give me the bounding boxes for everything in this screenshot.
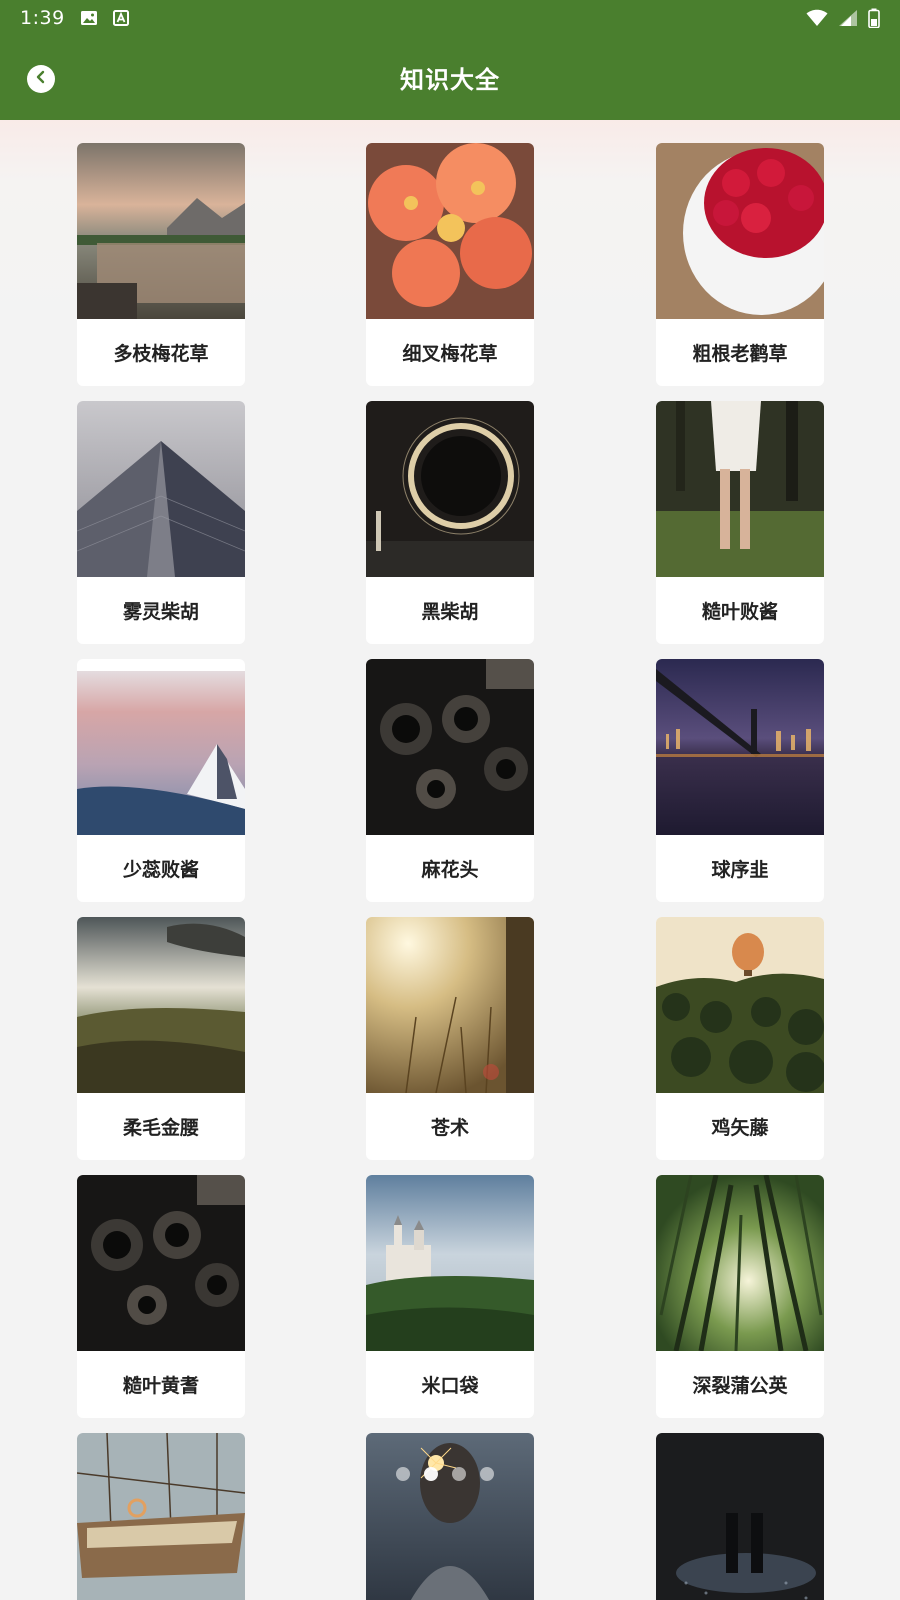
page-indicator [396, 1467, 494, 1481]
knowledge-card[interactable]: 麻花头 [366, 659, 534, 902]
orange-flowers-photo [366, 143, 534, 319]
sailboat-photo [77, 1433, 245, 1600]
image-icon [80, 9, 98, 27]
mountain-lake-photo [77, 143, 245, 319]
knowledge-card[interactable]: 少蕊败酱 [77, 659, 245, 902]
knowledge-card[interactable]: 细叉梅花草 [366, 143, 534, 386]
knowledge-card[interactable]: 苍术 [366, 917, 534, 1160]
knowledge-card[interactable] [77, 1433, 245, 1600]
green-hills-photo [77, 917, 245, 1093]
card-label: 多枝梅花草 [113, 343, 209, 365]
castle-photo [366, 1175, 534, 1351]
battery-icon [868, 8, 880, 32]
page-dot[interactable] [480, 1467, 494, 1481]
page-dot[interactable] [452, 1467, 466, 1481]
status-right-icons [806, 8, 880, 32]
knowledge-card[interactable] [656, 1433, 824, 1600]
content-area[interactable]: 多枝梅花草 细叉梅花草 粗根老鹳草 雾灵柴胡 黑柴胡 糙叶败酱 少蕊败酱 麻花头… [0, 120, 900, 1600]
knowledge-card[interactable]: 鸡矢藤 [656, 917, 824, 1160]
knowledge-card[interactable]: 深裂蒲公英 [656, 1175, 824, 1418]
page-dot-active[interactable] [424, 1467, 438, 1481]
snow-mountain-photo [77, 659, 245, 835]
skyscraper-photo [77, 401, 245, 577]
knowledge-card[interactable]: 球序韭 [656, 659, 824, 902]
app-bar: 知识大全 [0, 38, 900, 120]
light-circle-photo [366, 401, 534, 577]
hot-air-balloon-photo [656, 917, 824, 1093]
card-label: 米口袋 [421, 1375, 479, 1397]
bamboo-forest-photo [656, 1175, 824, 1351]
sunlit-grass-photo [366, 917, 534, 1093]
card-label: 雾灵柴胡 [122, 601, 199, 623]
card-label: 麻花头 [421, 859, 479, 881]
knowledge-card[interactable]: 糙叶败酱 [656, 401, 824, 644]
vintage-cameras-photo [366, 659, 534, 835]
status-time: 1:39 [20, 7, 65, 29]
status-bar: 1:39 [0, 0, 900, 38]
night-bridge-photo [656, 659, 824, 835]
a-letter-icon [112, 9, 130, 27]
page-dot[interactable] [396, 1467, 410, 1481]
dark-couple-photo [656, 1433, 824, 1600]
card-label: 球序韭 [711, 859, 769, 881]
card-label: 糙叶黄耆 [122, 1375, 199, 1397]
card-label: 细叉梅花草 [402, 343, 498, 365]
card-label: 苍术 [430, 1117, 469, 1139]
signal-icon [838, 9, 858, 31]
knowledge-card[interactable]: 米口袋 [366, 1175, 534, 1418]
raspberries-bowl-photo [656, 143, 824, 319]
knowledge-card[interactable]: 黑柴胡 [366, 401, 534, 644]
status-left-icons [80, 9, 130, 27]
card-label: 少蕊败酱 [122, 859, 199, 881]
page-title: 知识大全 [400, 66, 500, 94]
knowledge-card[interactable] [366, 1433, 534, 1600]
girl-forest-photo [656, 401, 824, 577]
card-label: 粗根老鹳草 [692, 343, 788, 365]
card-label: 黑柴胡 [421, 601, 479, 623]
card-label: 糙叶败酱 [701, 601, 778, 623]
knowledge-card[interactable]: 糙叶黄耆 [77, 1175, 245, 1418]
knowledge-card[interactable]: 粗根老鹳草 [656, 143, 824, 386]
knowledge-card[interactable]: 多枝梅花草 [77, 143, 245, 386]
card-label: 柔毛金腰 [122, 1117, 199, 1139]
knowledge-card[interactable]: 雾灵柴胡 [77, 401, 245, 644]
sparkler-photo [366, 1433, 534, 1600]
wifi-icon [806, 9, 828, 31]
card-label: 鸡矢藤 [711, 1117, 769, 1139]
card-label: 深裂蒲公英 [692, 1375, 788, 1397]
knowledge-card[interactable]: 柔毛金腰 [77, 917, 245, 1160]
vintage-cameras-photo [77, 1175, 245, 1351]
